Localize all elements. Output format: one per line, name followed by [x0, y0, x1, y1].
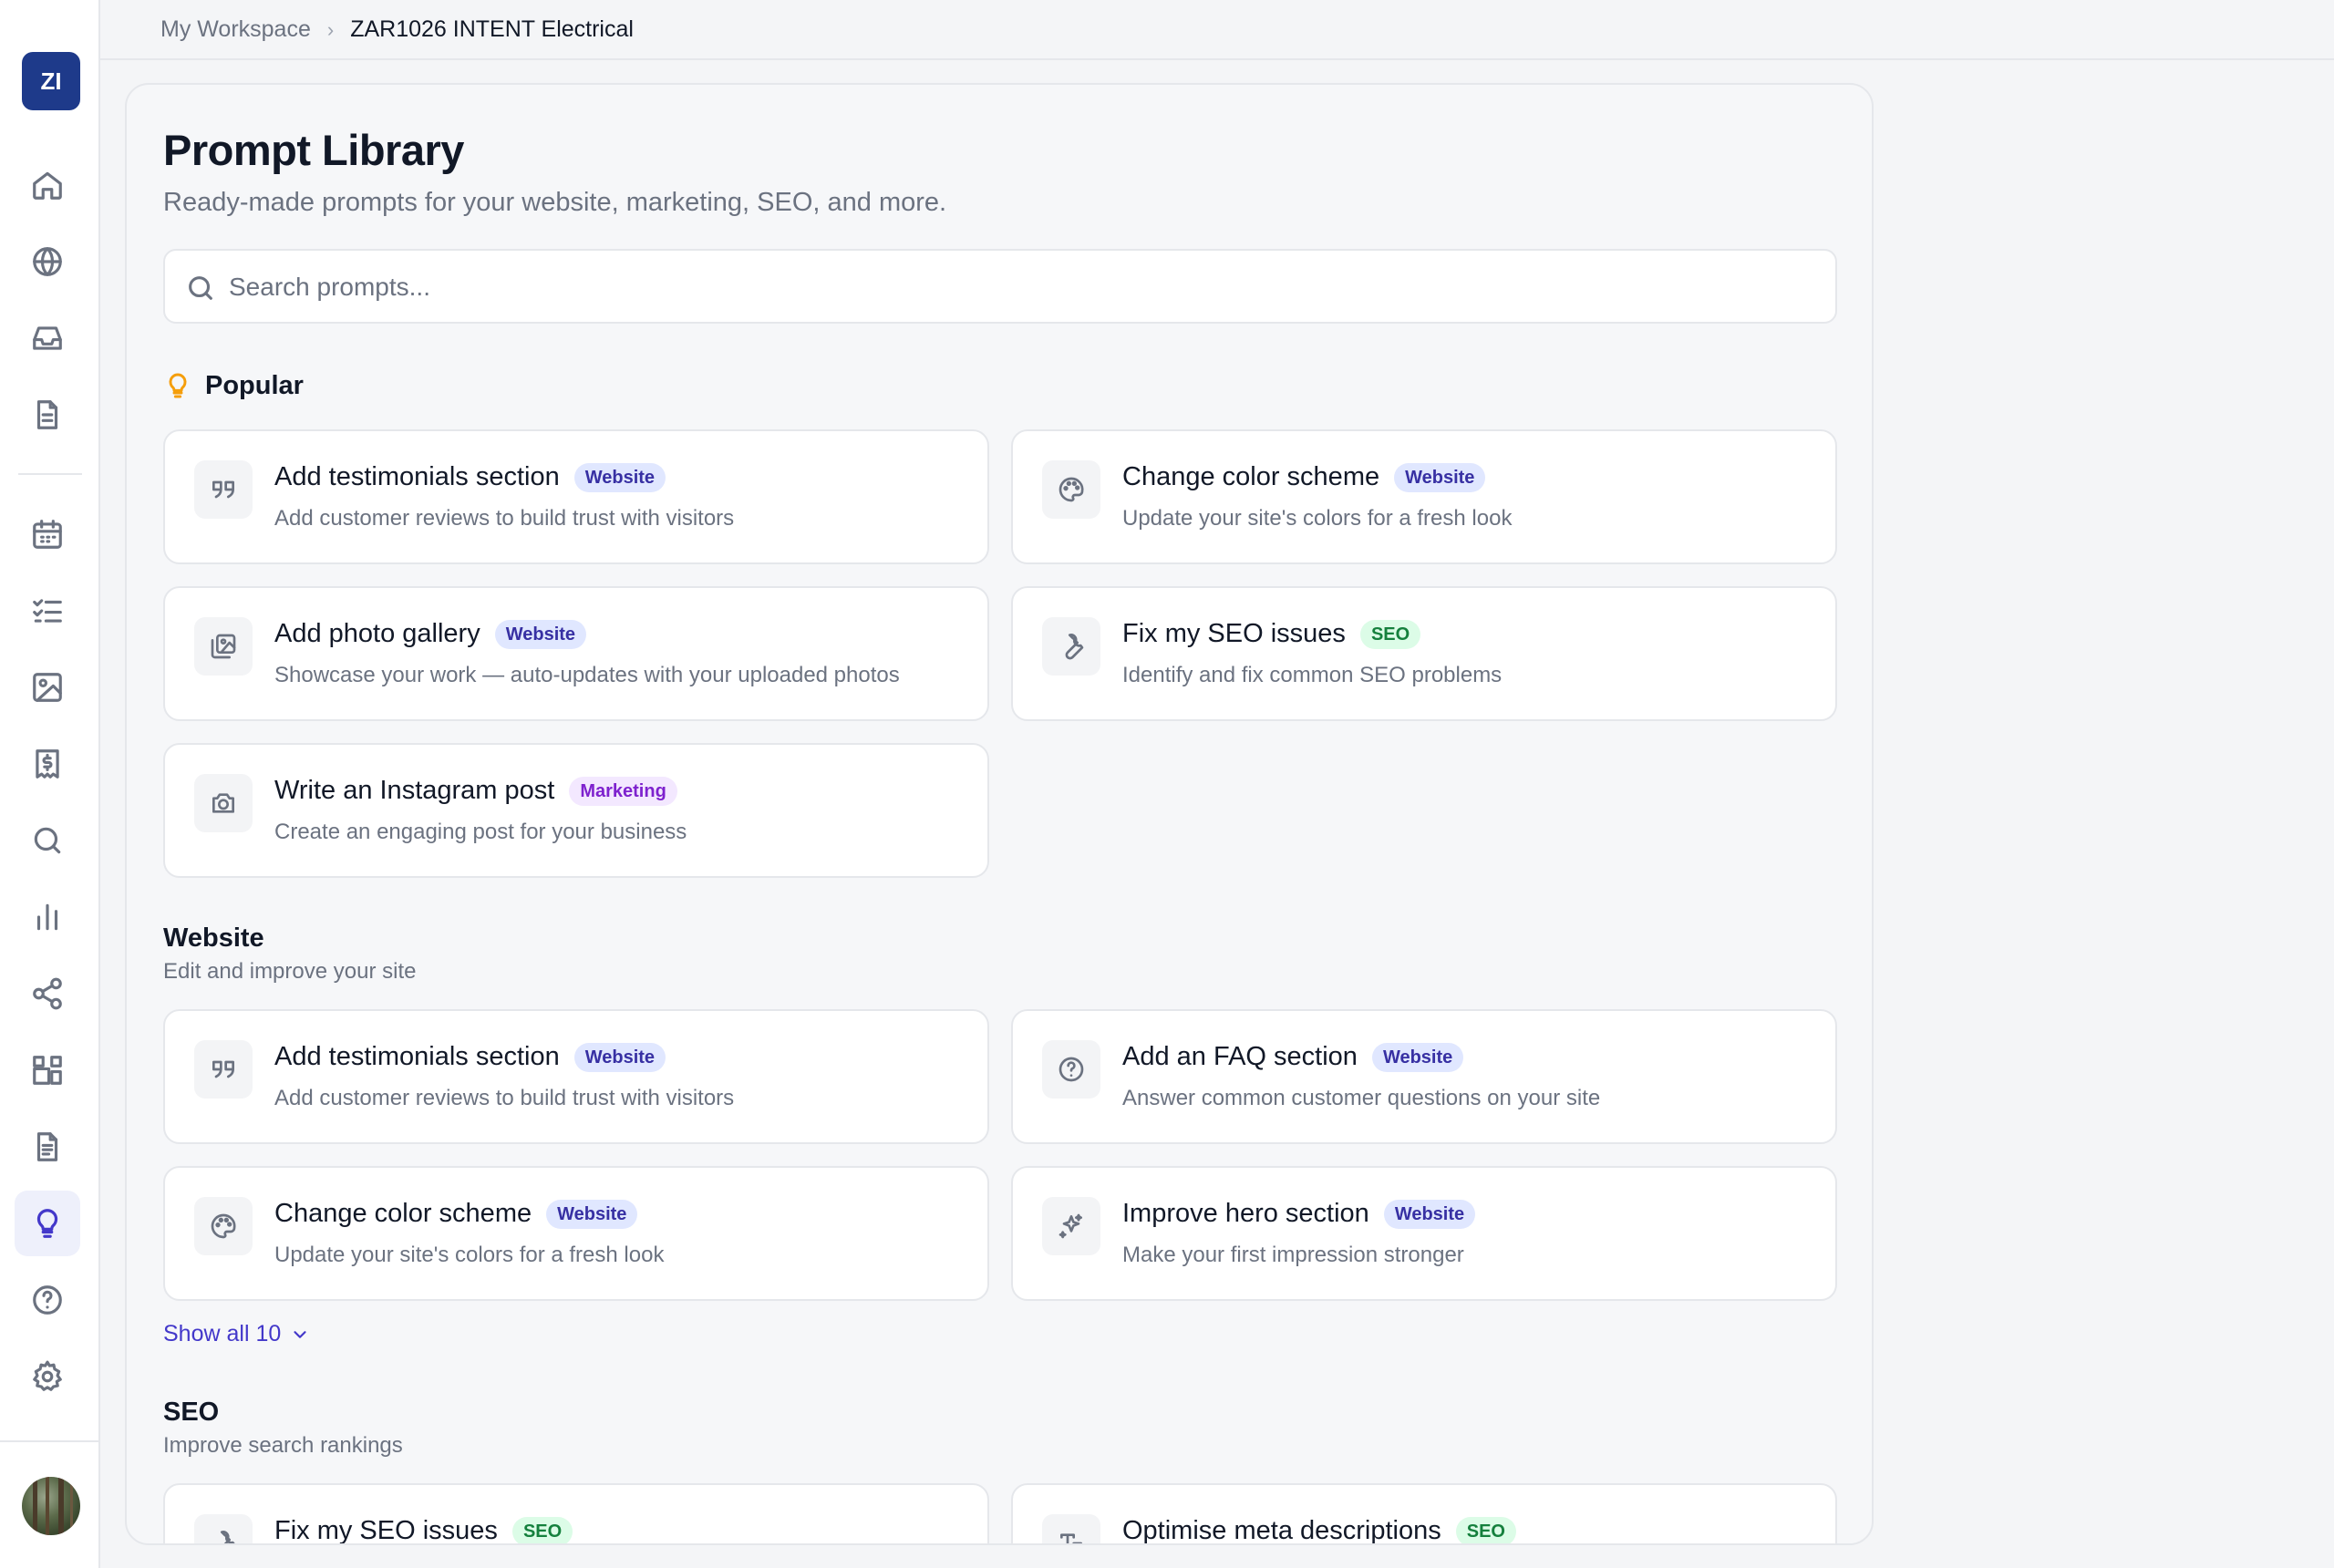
prompt-card[interactable]: Add photo gallery Website Showcase your …: [163, 586, 989, 721]
category-badge: Website: [573, 462, 666, 492]
prompt-card-title: Change color scheme: [1122, 462, 1380, 491]
prompt-card-description: Add customer reviews to build trust with…: [274, 506, 735, 531]
sidebar-divider: [18, 473, 82, 475]
wrench-icon: [1042, 617, 1100, 676]
workspace-badge[interactable]: ZI: [22, 52, 80, 110]
prompt-card-title: Write an Instagram post: [274, 776, 555, 805]
prompt-card-title: Improve hero section: [1122, 1199, 1369, 1228]
prompt-card-title: Add testimonials section: [274, 462, 560, 491]
page-subtitle: Ready-made prompts for your website, mar…: [163, 188, 947, 217]
prompt-card-description: Create an engaging post for your busines…: [274, 820, 687, 844]
breadcrumb-workspace-link[interactable]: My Workspace: [160, 16, 311, 43]
category-badge: SEO: [1455, 1516, 1516, 1543]
prompt-card-title: Optimise meta descriptions: [1122, 1516, 1441, 1545]
search-input[interactable]: [229, 263, 1815, 311]
document-icon[interactable]: [15, 382, 80, 448]
chevron-right-icon: ›: [326, 17, 335, 41]
chevron-down-icon: [294, 1330, 306, 1338]
section-seo-title: SEO: [163, 1398, 220, 1427]
sidebar-divider-bottom: [0, 1440, 100, 1442]
gallery-icon: [194, 617, 253, 676]
prompt-card-description: Answer common customer questions on your…: [1122, 1086, 1601, 1110]
prompt-card[interactable]: Fix my SEO issues SEO Identify and fix c…: [1011, 586, 1837, 721]
quote-icon: [194, 460, 253, 519]
section-popular-title: Popular: [205, 370, 304, 400]
image-icon[interactable]: [15, 655, 80, 720]
prompt-card[interactable]: Improve hero section Website Make your f…: [1011, 1166, 1837, 1301]
category-badge: Website: [494, 619, 587, 649]
lightbulb-icon: [169, 373, 187, 398]
category-badge: SEO: [1359, 619, 1421, 649]
prompt-card[interactable]: Add an FAQ section Website Answer common…: [1011, 1009, 1837, 1144]
show-all-website-button[interactable]: Show all 10: [163, 1321, 310, 1347]
top-bar: My Workspace › ZAR1026 INTENT Electrical: [100, 0, 2334, 60]
lightbulb-icon[interactable]: [15, 1191, 80, 1256]
section-website-title: Website: [163, 923, 264, 953]
prompt-card[interactable]: Add testimonials section Website Add cus…: [163, 1009, 989, 1144]
checklist-icon[interactable]: [15, 578, 80, 644]
help-icon[interactable]: [15, 1267, 80, 1333]
prompt-card[interactable]: Change color scheme Website Update your …: [1011, 429, 1837, 564]
breadcrumb: My Workspace › ZAR1026 INTENT Electrical: [160, 16, 634, 43]
prompt-card-title: Fix my SEO issues: [274, 1516, 498, 1545]
invoice-icon[interactable]: [15, 731, 80, 797]
category-badge: Website: [573, 1042, 666, 1072]
bar-chart-icon[interactable]: [15, 884, 80, 950]
settings-icon[interactable]: [15, 1344, 80, 1409]
camera-icon: [194, 774, 253, 832]
wrench-icon: [194, 1514, 253, 1543]
prompt-card[interactable]: Fix my SEO issues SEO: [163, 1483, 989, 1545]
prompt-card-description: Update your site's colors for a fresh lo…: [1122, 506, 1513, 531]
prompt-library-panel: Prompt Library Ready-made prompts for yo…: [125, 83, 1874, 1545]
calendar-icon[interactable]: [15, 501, 80, 567]
category-badge: Website: [546, 1199, 638, 1229]
category-badge: Marketing: [569, 776, 677, 806]
page-title: Prompt Library: [163, 126, 464, 174]
category-badge: Website: [1383, 1199, 1476, 1229]
globe-icon[interactable]: [15, 229, 80, 294]
avatar[interactable]: [22, 1477, 80, 1535]
prompt-card-description: Identify and fix common SEO problems: [1122, 663, 1503, 687]
show-all-label: Show all 10: [163, 1321, 282, 1346]
prompt-card-description: Add customer reviews to build trust with…: [274, 1086, 735, 1110]
section-popular-header: Popular: [163, 369, 304, 402]
palette-icon: [194, 1197, 253, 1255]
prompt-card-title: Add an FAQ section: [1122, 1042, 1358, 1071]
prompt-card[interactable]: Change color scheme Website Update your …: [163, 1166, 989, 1301]
breadcrumb-current: ZAR1026 INTENT Electrical: [350, 16, 634, 42]
category-badge: Website: [1394, 462, 1486, 492]
text-icon: [1042, 1514, 1100, 1543]
search-icon[interactable]: [15, 808, 80, 873]
section-website-subtitle: Edit and improve your site: [163, 959, 417, 984]
inbox-icon[interactable]: [15, 305, 80, 371]
page-icon[interactable]: [15, 1114, 80, 1180]
prompt-card[interactable]: Write an Instagram post Marketing Create…: [163, 743, 989, 878]
prompt-card[interactable]: Optimise meta descriptions SEO: [1011, 1483, 1837, 1545]
search-box: [163, 249, 1837, 324]
section-seo-subtitle: Improve search rankings: [163, 1433, 403, 1458]
apps-icon[interactable]: [15, 1037, 80, 1103]
prompt-card-title: Add testimonials section: [274, 1042, 560, 1071]
category-badge: SEO: [511, 1516, 573, 1543]
sparkles-icon: [1042, 1197, 1100, 1255]
prompt-card-description: Make your first impression stronger: [1122, 1243, 1464, 1267]
home-icon[interactable]: [15, 152, 80, 218]
prompt-card-title: Change color scheme: [274, 1199, 532, 1228]
prompt-card-description: Showcase your work — auto-updates with y…: [274, 663, 900, 687]
prompt-card-title: Add photo gallery: [274, 619, 480, 648]
quote-icon: [194, 1040, 253, 1099]
sidebar: ZI: [0, 0, 100, 1568]
category-badge: Website: [1371, 1042, 1464, 1072]
help-circle-icon: [1042, 1040, 1100, 1099]
palette-icon: [1042, 460, 1100, 519]
share-icon[interactable]: [15, 961, 80, 1026]
prompt-card-title: Fix my SEO issues: [1122, 619, 1346, 648]
prompt-card-description: Update your site's colors for a fresh lo…: [274, 1243, 665, 1267]
prompt-card[interactable]: Add testimonials section Website Add cus…: [163, 429, 989, 564]
search-icon: [189, 276, 212, 300]
